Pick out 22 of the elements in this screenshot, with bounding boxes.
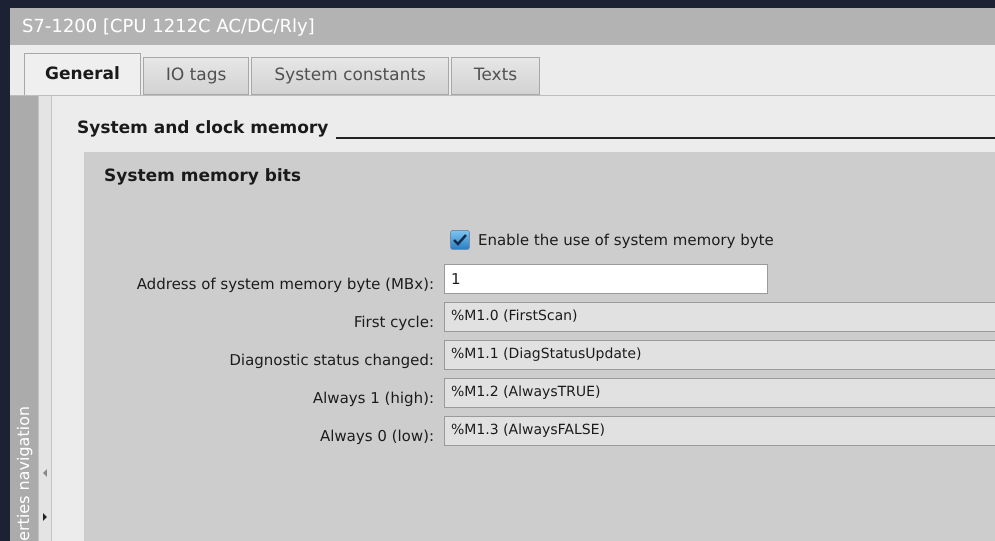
field-label: Address of system memory byte (MBx):	[136, 274, 434, 294]
field-label: Diagnostic status changed:	[228, 350, 434, 370]
checkbox[interactable]	[450, 230, 470, 250]
tab[interactable]: System constants	[251, 57, 449, 95]
tab[interactable]: General	[24, 53, 141, 95]
input-field[interactable]: 1	[444, 264, 768, 294]
field-label: Always 0 (low):	[318, 426, 434, 446]
left-arrow-icon[interactable]	[42, 469, 48, 477]
readonly-field: %M1.1 (DiagStatusUpdate)	[444, 340, 995, 370]
group-heading: System memory bits	[104, 164, 302, 188]
field-label: First cycle:	[352, 312, 434, 332]
readonly-field: %M1.3 (AlwaysFALSE)	[444, 416, 995, 446]
readonly-field: %M1.0 (FirstScan)	[444, 302, 995, 332]
tab[interactable]: Texts	[450, 57, 540, 95]
window-title: S7-1200 [CPU 1212C AC/DC/Rly]	[10, 8, 995, 45]
checkmark-icon	[453, 234, 467, 246]
section-heading: System and clock memory	[77, 117, 328, 140]
readonly-field: %M1.2 (AlwaysTRUE)	[444, 378, 995, 408]
checkbox-label: Enable the use of system memory byte	[478, 230, 774, 251]
field-label: Always 1 (high):	[312, 388, 434, 408]
tab[interactable]: IO tags	[142, 57, 250, 95]
right-arrow-icon[interactable]	[42, 513, 48, 521]
